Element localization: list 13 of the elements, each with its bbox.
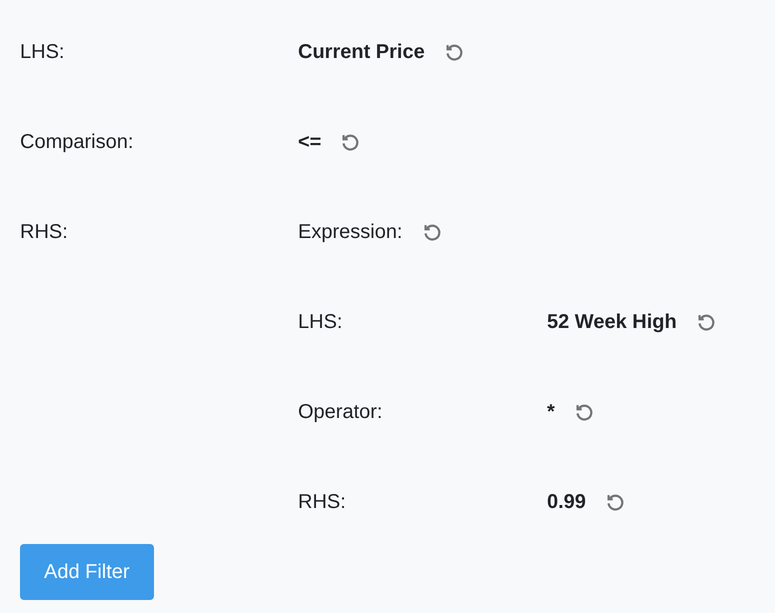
field-value: 52 Week High (547, 310, 677, 335)
add-filter-button[interactable]: Add Filter (20, 544, 154, 600)
field-value: * (547, 400, 555, 425)
field-label: LHS: (20, 40, 66, 65)
field-value: Expression: (298, 220, 402, 245)
field-label: LHS: (298, 310, 344, 335)
field-label: Comparison: (20, 130, 134, 155)
field-label: Operator: (298, 400, 384, 425)
field-label: RHS: (298, 490, 347, 515)
field-label: RHS: (20, 220, 69, 245)
field-value: Current Price (298, 40, 425, 65)
field-value: 0.99 (547, 490, 586, 515)
field-value: <= (298, 130, 322, 155)
